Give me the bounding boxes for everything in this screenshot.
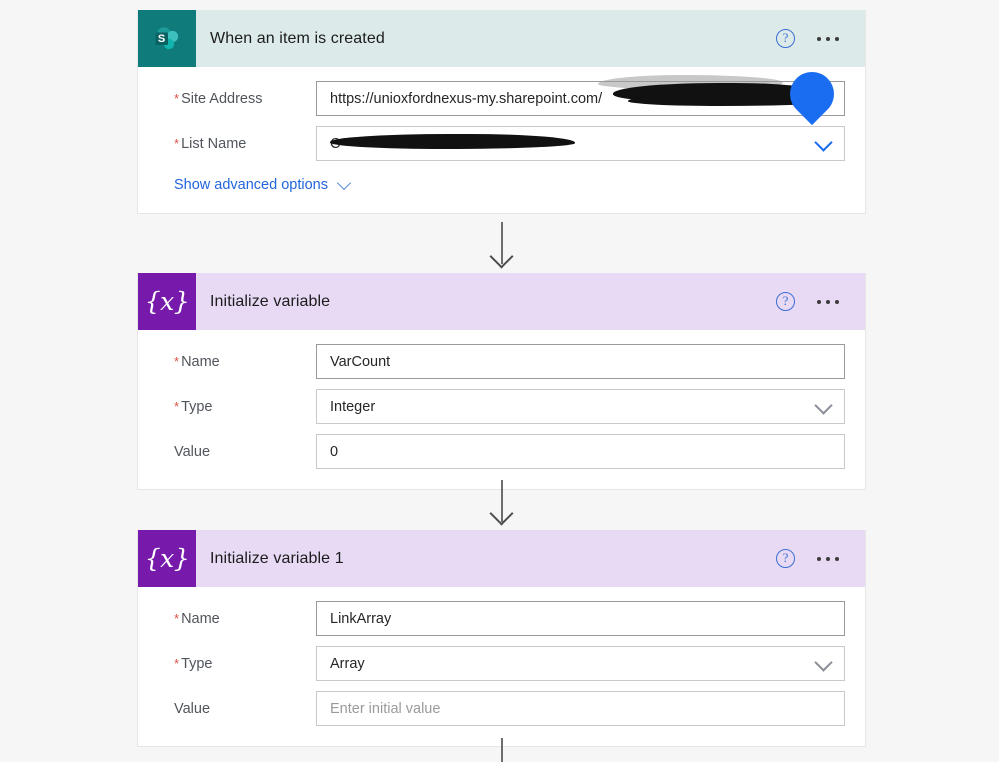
card-header-actions: ? bbox=[776, 29, 865, 48]
variable-type-value: Integer bbox=[330, 398, 376, 415]
chevron-down-icon[interactable] bbox=[814, 132, 833, 152]
site-address-value: https://unioxfordnexus-my.sharepoint.com… bbox=[330, 90, 603, 107]
required-asterisk: * bbox=[174, 353, 180, 369]
variable-name-input[interactable]: LinkArray bbox=[316, 601, 845, 636]
card-body-initialize-variable: * Name VarCount * Type Integer Value 0 bbox=[138, 330, 865, 489]
list-name-value: C bbox=[330, 135, 341, 152]
flow-designer-canvas: S When an item is created ? * Site Addres… bbox=[0, 0, 999, 762]
flow-card-initialize-variable-1[interactable]: {x} Initialize variable 1 ? * Name LinkAr… bbox=[137, 530, 866, 747]
flow-connector-arrow bbox=[489, 501, 514, 526]
card-title: Initialize variable 1 bbox=[210, 549, 344, 567]
sharepoint-icon: S bbox=[138, 10, 196, 67]
variable-value-input[interactable]: 0 bbox=[316, 434, 845, 469]
required-asterisk: * bbox=[174, 398, 180, 414]
variable-type-value: Array bbox=[330, 655, 365, 672]
field-row-name: * Name LinkArray bbox=[158, 601, 845, 636]
show-advanced-options-link[interactable]: Show advanced options bbox=[158, 175, 845, 193]
card-body-trigger: * Site Address https://unioxfordnexus-my.… bbox=[138, 62, 865, 213]
variable-name-value: LinkArray bbox=[330, 610, 392, 627]
card-title: When an item is created bbox=[210, 29, 385, 47]
required-asterisk: * bbox=[174, 90, 180, 106]
site-address-input[interactable]: https://unioxfordnexus-my.sharepoint.com… bbox=[316, 81, 845, 116]
variables-glyph: {x} bbox=[144, 287, 190, 316]
variable-type-dropdown[interactable]: Array bbox=[316, 646, 845, 681]
card-body-initialize-variable-1: * Name LinkArray * Type Array Value Enter bbox=[138, 587, 865, 746]
variables-glyph: {x} bbox=[144, 544, 190, 573]
help-icon[interactable]: ? bbox=[776, 29, 795, 48]
field-row-site-address: * Site Address https://unioxfordnexus-my.… bbox=[158, 62, 845, 126]
card-header-actions: ? bbox=[776, 292, 865, 311]
card-header-actions: ? bbox=[776, 549, 865, 568]
field-label-type: * Type bbox=[174, 398, 213, 415]
field-label-name: * Name bbox=[174, 610, 220, 627]
more-menu-icon[interactable] bbox=[817, 556, 839, 561]
required-asterisk: * bbox=[174, 135, 180, 151]
card-header-initialize-variable[interactable]: {x} Initialize variable ? bbox=[138, 273, 865, 330]
field-label-list-name: * List Name bbox=[174, 135, 247, 152]
field-label-value: Value bbox=[174, 700, 211, 717]
flow-connector-arrow bbox=[489, 244, 514, 269]
list-name-dropdown[interactable]: C bbox=[316, 126, 845, 161]
chevron-down-icon[interactable] bbox=[814, 652, 833, 672]
field-label-site-address: * Site Address bbox=[174, 90, 263, 107]
variable-name-value: VarCount bbox=[330, 353, 391, 370]
flow-card-trigger[interactable]: S When an item is created ? * Site Addres… bbox=[137, 10, 866, 214]
chevron-down-icon[interactable] bbox=[336, 175, 352, 190]
card-title: Initialize variable bbox=[210, 292, 331, 310]
field-row-type: * Type Integer bbox=[158, 389, 845, 424]
field-label-value: Value bbox=[174, 443, 211, 460]
variables-icon: {x} bbox=[138, 530, 196, 587]
chevron-down-icon[interactable] bbox=[814, 395, 833, 415]
card-header-trigger[interactable]: S When an item is created ? bbox=[138, 10, 865, 67]
field-label-type: * Type bbox=[174, 655, 213, 672]
svg-text:S: S bbox=[158, 33, 165, 45]
show-advanced-options-label: Show advanced options bbox=[174, 177, 328, 193]
variable-value-input[interactable]: Enter initial value bbox=[316, 691, 845, 726]
card-header-initialize-variable-1[interactable]: {x} Initialize variable 1 ? bbox=[138, 530, 865, 587]
variables-icon: {x} bbox=[138, 273, 196, 330]
help-icon[interactable]: ? bbox=[776, 549, 795, 568]
field-label-name: * Name bbox=[174, 353, 220, 370]
field-row-value: Value 0 bbox=[158, 434, 845, 469]
required-asterisk: * bbox=[174, 610, 180, 626]
help-icon[interactable]: ? bbox=[776, 292, 795, 311]
field-row-name: * Name VarCount bbox=[158, 344, 845, 379]
variable-value-placeholder: Enter initial value bbox=[330, 700, 441, 717]
required-asterisk: * bbox=[174, 655, 180, 671]
field-row-value: Value Enter initial value bbox=[158, 691, 845, 726]
variable-value-text: 0 bbox=[330, 443, 339, 460]
more-menu-icon[interactable] bbox=[817, 36, 839, 41]
flow-card-initialize-variable[interactable]: {x} Initialize variable ? * Name VarCount… bbox=[137, 273, 866, 490]
flow-connector-line bbox=[501, 738, 503, 762]
field-row-type: * Type Array bbox=[158, 646, 845, 681]
variable-type-dropdown[interactable]: Integer bbox=[316, 389, 845, 424]
variable-name-input[interactable]: VarCount bbox=[316, 344, 845, 379]
more-menu-icon[interactable] bbox=[817, 299, 839, 304]
field-row-list-name: * List Name C bbox=[158, 126, 845, 161]
